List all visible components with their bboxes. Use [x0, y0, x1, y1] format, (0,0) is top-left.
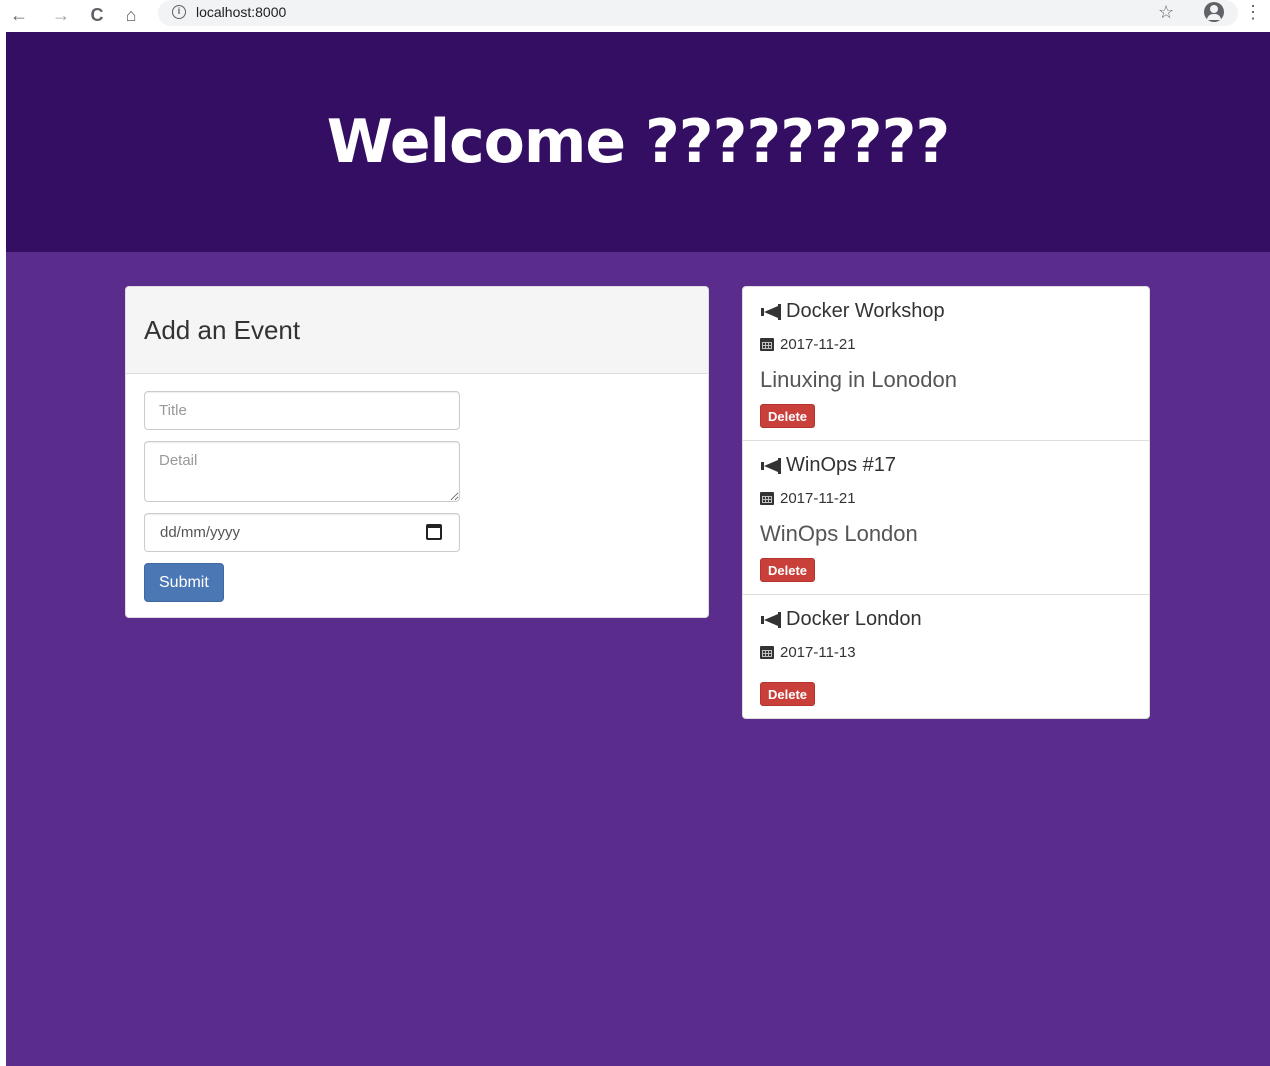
list-item: Docker London 2017-11-13 Delete — [743, 595, 1149, 718]
title-input[interactable] — [144, 391, 460, 430]
event-title: Docker Workshop — [760, 300, 945, 323]
delete-button[interactable]: Delete — [760, 682, 816, 706]
delete-button[interactable]: Delete — [760, 404, 816, 428]
browser-toolbar: ← → C ⌂ i localhost:8000 ☆ ⋮ — [0, 0, 1270, 32]
event-form: dd/mm/yyyy Submit — [126, 374, 708, 617]
add-event-panel: Add an Event dd/mm/yyyy Submit — [125, 286, 709, 618]
event-date-text: 2017-11-21 — [780, 336, 856, 353]
megaphone-icon — [760, 303, 782, 320]
list-item: Docker Workshop 2017-11-21 Linuxing in L… — [743, 287, 1149, 441]
event-detail: Linuxing in Lonodon — [760, 367, 957, 392]
header-banner: Welcome ????????? — [6, 32, 1270, 252]
date-placeholder: dd/mm/yyyy — [160, 524, 241, 541]
info-icon[interactable]: i — [172, 5, 186, 19]
delete-button[interactable]: Delete — [760, 558, 816, 582]
event-date: 2017-11-21 — [760, 336, 856, 353]
event-detail: WinOps London — [760, 521, 918, 546]
back-arrow-icon[interactable]: ← — [8, 4, 30, 26]
page-title: Welcome ????????? — [326, 107, 950, 177]
forward-arrow-icon[interactable]: → — [50, 4, 72, 26]
megaphone-icon — [760, 457, 782, 474]
event-date-text: 2017-11-13 — [780, 644, 856, 661]
list-item: WinOps #17 2017-11-21 WinOps London Dele… — [743, 441, 1149, 595]
megaphone-icon — [760, 611, 782, 628]
panel-heading: Add an Event — [126, 287, 708, 374]
event-title-text: Docker Workshop — [786, 300, 945, 322]
events-list: Docker Workshop 2017-11-21 Linuxing in L… — [742, 286, 1150, 719]
page: Welcome ????????? Add an Event dd/mm/yyy… — [6, 32, 1270, 1066]
home-icon[interactable]: ⌂ — [120, 4, 142, 26]
event-title: WinOps #17 — [760, 454, 896, 477]
address-bar[interactable]: i localhost:8000 — [158, 0, 1238, 26]
event-date-text: 2017-11-21 — [780, 490, 856, 507]
event-title-text: WinOps #17 — [786, 454, 897, 476]
menu-dots-icon[interactable]: ⋮ — [1244, 2, 1262, 23]
panel-title: Add an Event — [144, 314, 301, 345]
calendar-picker-icon[interactable] — [426, 524, 442, 540]
reload-icon[interactable]: C — [86, 4, 108, 26]
calendar-icon — [760, 646, 774, 659]
bookmark-star-icon[interactable]: ☆ — [1158, 2, 1174, 23]
event-title: Docker London — [760, 608, 922, 631]
submit-button[interactable]: Submit — [144, 563, 224, 602]
detail-textarea[interactable] — [144, 441, 460, 502]
event-date: 2017-11-21 — [760, 490, 856, 507]
calendar-icon — [760, 492, 774, 505]
event-date: 2017-11-13 — [760, 644, 856, 661]
event-title-text: Docker London — [786, 608, 922, 630]
calendar-icon — [760, 338, 774, 351]
url-text[interactable]: localhost:8000 — [196, 4, 286, 20]
account-icon[interactable] — [1204, 2, 1224, 22]
date-input[interactable]: dd/mm/yyyy — [144, 513, 460, 552]
